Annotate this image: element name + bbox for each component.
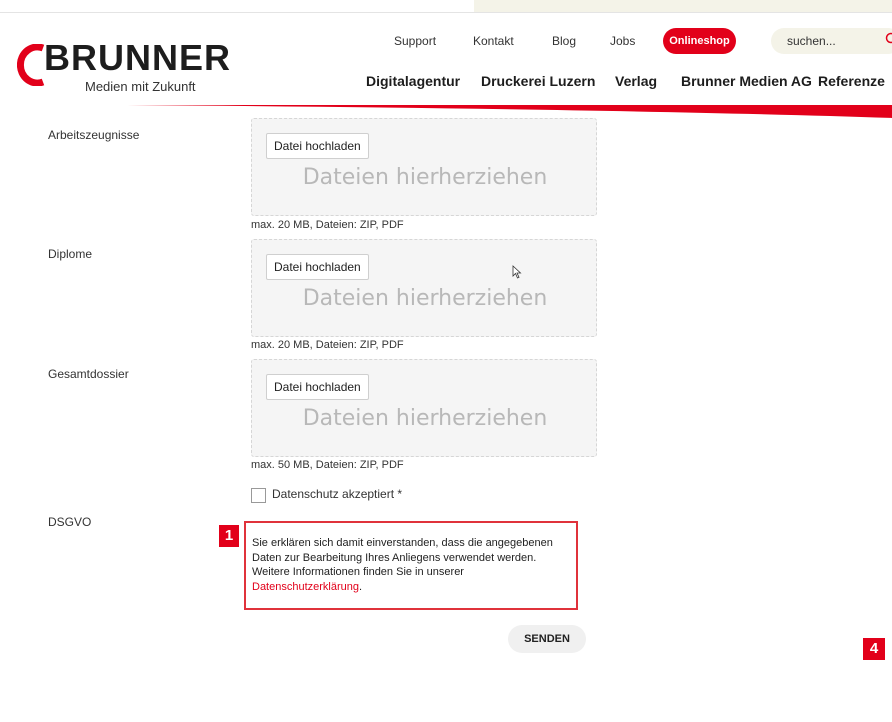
field-label-dsgvo: DSGVO: [48, 515, 92, 529]
consent-text: Sie erklären sich damit einverstanden, d…: [252, 537, 553, 578]
nav-link-support[interactable]: Support: [394, 34, 436, 48]
top-band: [474, 0, 892, 12]
nav-link-jobs[interactable]: Jobs: [610, 34, 635, 48]
upload-hint-gesamtdossier: max. 50 MB, Dateien: ZIP, PDF: [251, 459, 404, 471]
nav-link-kontakt[interactable]: Kontakt: [473, 34, 514, 48]
onlineshop-button[interactable]: Onlineshop: [663, 28, 736, 54]
dropzone-gesamtdossier[interactable]: Datei hochladen Dateien hierherziehen: [251, 359, 597, 457]
search-input[interactable]: suchen...: [771, 28, 892, 54]
dropzone-arbeitszeugnisse[interactable]: Datei hochladen Dateien hierherziehen: [251, 118, 597, 216]
upload-hint-diplome: max. 20 MB, Dateien: ZIP, PDF: [251, 339, 404, 351]
upload-hint-arbeitszeugnisse: max. 20 MB, Dateien: ZIP, PDF: [251, 219, 404, 231]
main-nav-digitalagentur[interactable]: Digitalagentur: [366, 73, 460, 89]
annotation-marker-4: 4: [863, 638, 885, 660]
main-nav-referenzen[interactable]: Referenze: [818, 73, 885, 89]
upload-button-arbeitszeugnisse[interactable]: Datei hochladen: [266, 133, 369, 159]
annotation-marker-1: 1: [219, 525, 239, 547]
logo-wordmark[interactable]: BRUNNER: [44, 40, 231, 76]
search-icon[interactable]: [884, 32, 892, 46]
consent-text-box: Sie erklären sich damit einverstanden, d…: [244, 521, 578, 610]
privacy-checkbox-label[interactable]: Datenschutz akzeptiert *: [272, 487, 402, 501]
field-label-arbeitszeugnisse: Arbeitszeugnisse: [48, 128, 140, 142]
dropzone-diplome[interactable]: Datei hochladen Dateien hierherziehen: [251, 239, 597, 337]
send-button[interactable]: SENDEN: [508, 625, 586, 653]
field-label-diplome: Diplome: [48, 247, 93, 261]
nav-link-blog[interactable]: Blog: [552, 34, 576, 48]
consent-end: .: [359, 580, 363, 593]
field-label-gesamtdossier: Gesamtdossier: [48, 367, 129, 381]
privacy-checkbox[interactable]: [251, 488, 266, 503]
drop-text: Dateien hierherziehen: [302, 406, 548, 431]
logo-tagline: Medien mit Zukunft: [85, 79, 196, 94]
drop-text: Dateien hierherziehen: [302, 165, 548, 190]
main-nav-druckerei-luzern[interactable]: Druckerei Luzern: [481, 73, 595, 89]
privacy-policy-link[interactable]: Datenschutzerklärung: [252, 581, 359, 593]
upload-button-gesamtdossier[interactable]: Datei hochladen: [266, 374, 369, 400]
mouse-cursor-icon: [512, 265, 522, 279]
main-nav-brunner-medien-ag[interactable]: Brunner Medien AG: [681, 73, 812, 89]
upload-button-diplome[interactable]: Datei hochladen: [266, 254, 369, 280]
drop-text: Dateien hierherziehen: [302, 286, 548, 311]
main-nav-verlag[interactable]: Verlag: [615, 73, 657, 89]
